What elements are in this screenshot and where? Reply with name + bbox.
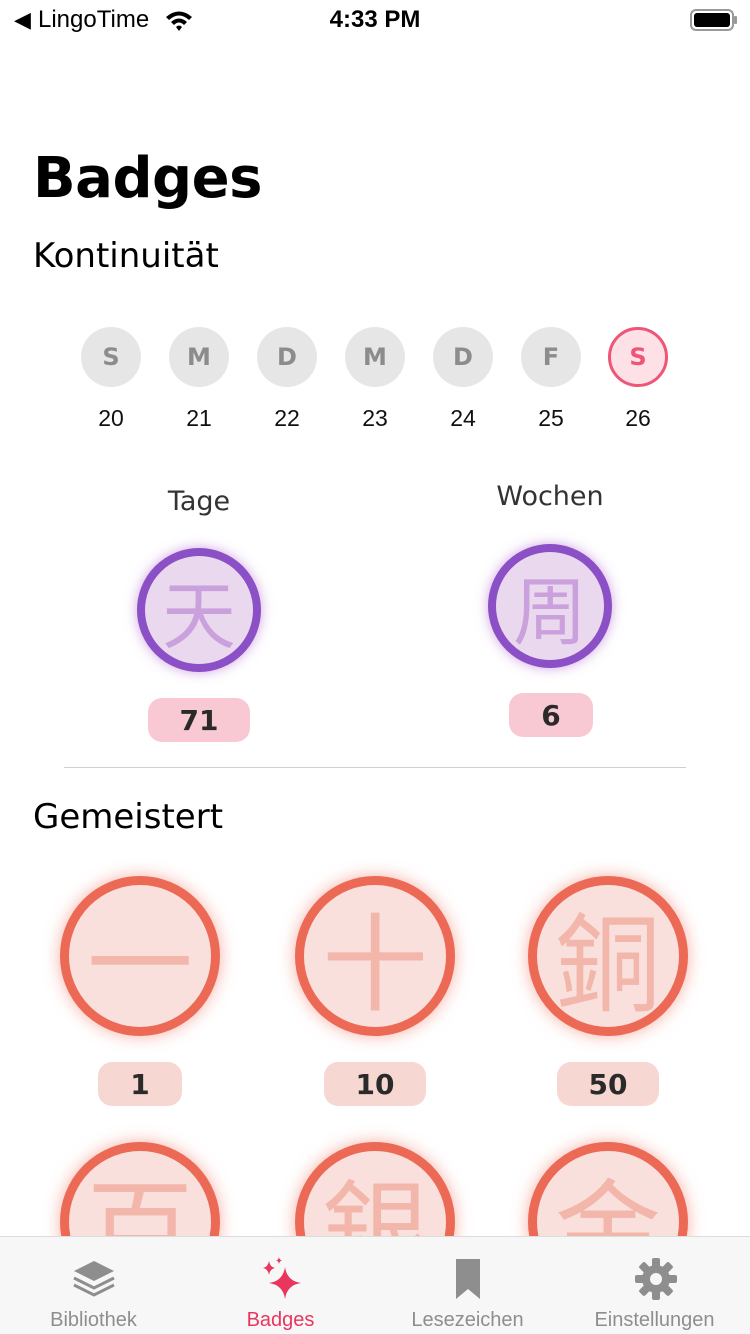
status-bar: ◀ LingoTime 4:33 PM (0, 0, 750, 40)
days-badge-glyph: 天 (162, 573, 236, 660)
weeks-streak-badge[interactable]: 周 (488, 544, 612, 668)
weeks-badge-glyph: 周 (513, 569, 587, 656)
streak-day: S 26 (608, 327, 668, 432)
tab-label-badges: Badges (246, 1309, 315, 1331)
streak-day: M 21 (169, 327, 229, 432)
mastered-badge[interactable]: 十 (295, 876, 455, 1036)
sparkles-icon (262, 1257, 301, 1299)
tab-einstellungen[interactable]: Einstellungen (561, 1237, 750, 1334)
streak-day-date: 23 (362, 405, 388, 431)
streak-day: F 25 (521, 327, 581, 432)
weeks-count-pill: 6 (509, 693, 593, 737)
streak-day: D 24 (433, 327, 493, 432)
streak-day-date: 24 (450, 405, 476, 431)
streak-day: M 23 (345, 327, 405, 432)
tab-label-bibliothek: Bibliothek (50, 1309, 137, 1331)
days-count-pill: 71 (148, 698, 250, 742)
streak-day-today-circle: S (608, 327, 668, 387)
streak-day-date: 22 (274, 405, 300, 431)
mastered-count-pill: 1 (98, 1062, 182, 1106)
mastered-badge-glyph: 一 (87, 904, 193, 1027)
streak-day: S 20 (81, 327, 141, 432)
streak-day-date: 21 (186, 405, 212, 431)
streak-day-date: 26 (625, 405, 651, 431)
mastered-badge[interactable]: 一 (60, 876, 220, 1036)
mastered-badge[interactable]: 銅 (528, 876, 688, 1036)
bookmark-icon (455, 1259, 480, 1299)
battery-icon (690, 9, 737, 31)
streak-day-circle: M (345, 327, 405, 387)
mastered-badge-glyph: 十 (322, 904, 428, 1027)
weeks-label: Wochen (496, 481, 604, 512)
streak-day-circle: M (169, 327, 229, 387)
streak-day-circle: D (257, 327, 317, 387)
mastered-count-pill: 10 (324, 1062, 426, 1106)
streak-day: D 22 (257, 327, 317, 432)
streak-day-circle: S (81, 327, 141, 387)
tab-label-einstellungen: Einstellungen (594, 1309, 715, 1331)
streak-day-date: 20 (98, 405, 124, 431)
mastered-badge-glyph: 銅 (555, 904, 661, 1027)
streak-day-circle: D (433, 327, 493, 387)
gear-icon (634, 1258, 677, 1300)
streak-day-circle: F (521, 327, 581, 387)
tab-lesezeichen[interactable]: Lesezeichen (374, 1237, 561, 1334)
tab-label-lesezeichen: Lesezeichen (411, 1309, 524, 1331)
days-label: Tage (167, 486, 231, 517)
mastered-count-pill: 50 (557, 1062, 659, 1106)
mastered-section-title: Gemeistert (33, 797, 224, 837)
tab-bibliothek[interactable]: Bibliothek (0, 1237, 187, 1334)
streak-section-title: Kontinuität (33, 236, 219, 276)
tab-bar: Bibliothek Badges Lesezeichen Einstellun… (0, 1236, 750, 1334)
days-streak-badge[interactable]: 天 (137, 548, 261, 672)
page-title: Badges (33, 146, 262, 211)
layers-icon (72, 1261, 115, 1297)
section-divider (64, 767, 686, 768)
streak-day-date: 25 (538, 405, 564, 431)
status-time: 4:33 PM (329, 6, 421, 33)
tab-badges[interactable]: Badges (187, 1237, 374, 1334)
